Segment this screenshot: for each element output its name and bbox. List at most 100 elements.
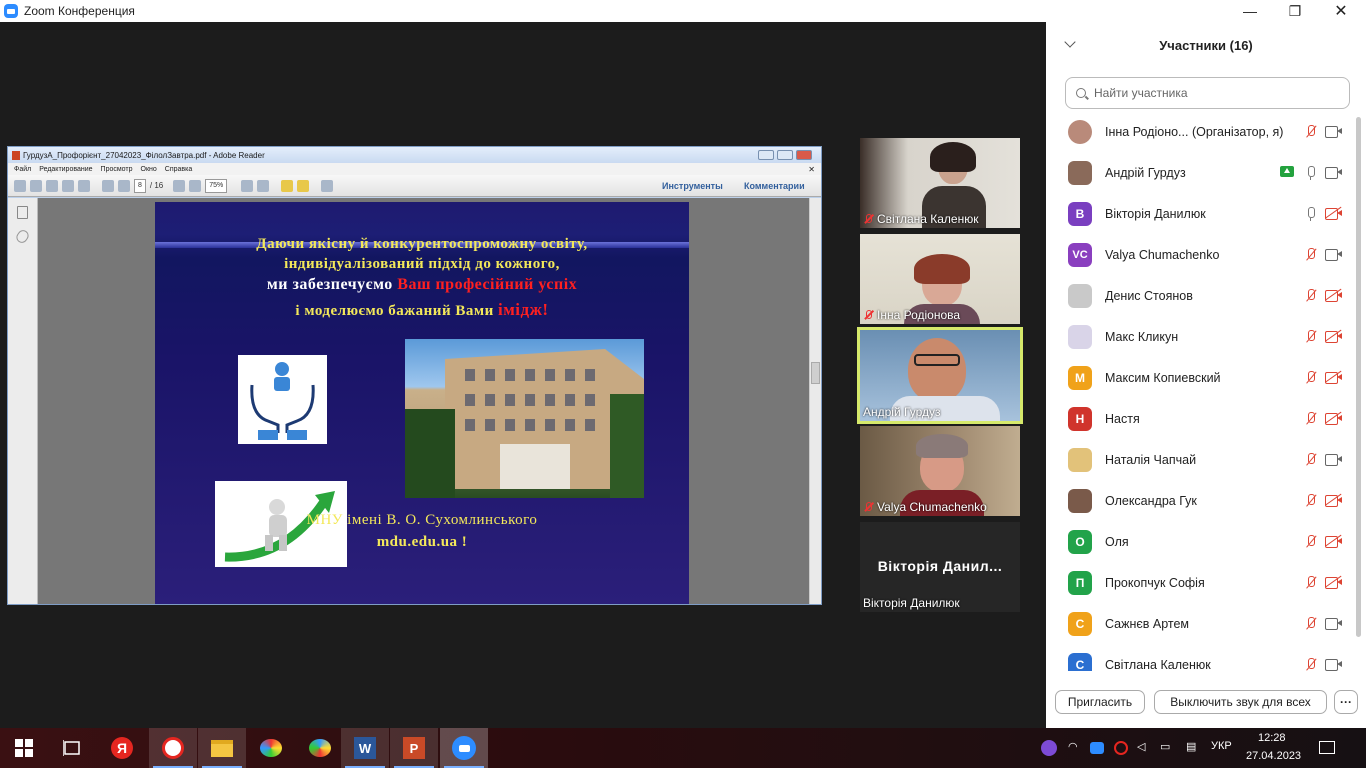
video-tile-inna[interactable]: Інна Родіонова (860, 234, 1020, 324)
highlight-icon[interactable] (297, 179, 310, 192)
attachment-icon[interactable] (14, 228, 31, 245)
camera-on-icon[interactable] (1325, 659, 1342, 671)
volume-icon[interactable]: ◁ (1137, 740, 1145, 753)
video-tile-svitlana[interactable]: Світлана Каленюк (860, 138, 1020, 228)
yandex-browser-button[interactable] (149, 728, 197, 768)
participant-row[interactable]: О Оля (1046, 521, 1366, 562)
participant-row[interactable]: С Сажнєв Артем (1046, 603, 1366, 644)
page-down-icon[interactable] (118, 179, 130, 192)
yandex-app-button[interactable]: Я (98, 728, 146, 768)
paint-3d-button[interactable] (296, 728, 344, 768)
participant-row[interactable]: VC Valya Chumachenko (1046, 234, 1366, 275)
camera-off-icon[interactable] (1325, 493, 1342, 507)
save-icon[interactable] (46, 179, 58, 192)
minimize-button[interactable]: — (1227, 0, 1273, 22)
mic-muted-icon[interactable] (1304, 494, 1318, 508)
camera-off-icon[interactable] (1325, 288, 1342, 302)
participant-row[interactable]: Інна Родіоно... (Організатор, я) (1046, 111, 1366, 152)
mic-on-icon[interactable] (1304, 166, 1318, 180)
camera-off-icon[interactable] (1325, 206, 1342, 220)
participant-row[interactable]: Макс Кликун (1046, 316, 1366, 357)
word-app-button[interactable]: W (341, 728, 389, 768)
mic-on-icon[interactable] (1304, 207, 1318, 221)
mic-muted-icon[interactable] (1304, 371, 1318, 385)
page-number-input[interactable]: 8 (134, 178, 146, 193)
mic-muted-icon[interactable] (1304, 617, 1318, 631)
zoom-in-icon[interactable] (189, 179, 202, 192)
mic-muted-icon[interactable] (1304, 535, 1318, 549)
participant-row[interactable]: Андрій Гурдуз (1046, 152, 1366, 193)
zoom-level-input[interactable]: 75% (205, 178, 228, 193)
clock-date[interactable]: 27.04.2023 (1246, 750, 1301, 762)
participant-row[interactable]: П Прокопчук Софія (1046, 562, 1366, 603)
camera-on-icon[interactable] (1325, 126, 1342, 138)
reader-minimize-button[interactable] (758, 150, 774, 160)
power-icon[interactable]: ▭ (1160, 740, 1170, 753)
reader-close-button[interactable] (796, 150, 812, 160)
language-indicator[interactable]: УКР (1211, 740, 1232, 752)
reader-restore-button[interactable] (777, 150, 793, 160)
invite-button[interactable]: Пригласить (1055, 690, 1145, 714)
reader-scroll-thumb[interactable] (811, 362, 820, 384)
mic-muted-icon[interactable] (1304, 289, 1318, 303)
video-tile-viktoria[interactable]: Вікторія Данил... Вікторія Данилюк (860, 522, 1020, 612)
viber-icon[interactable] (1041, 740, 1057, 756)
comments-link[interactable]: Комментарии (744, 181, 805, 191)
participant-row[interactable]: Денис Стоянов (1046, 275, 1366, 316)
pages-icon[interactable] (17, 206, 28, 219)
mic-muted-icon[interactable] (1304, 125, 1318, 139)
video-tile-andrii-active-speaker[interactable]: Андрій Гурдуз (857, 327, 1023, 424)
zoom-tray-icon[interactable] (1090, 742, 1104, 754)
camera-off-icon[interactable] (1325, 534, 1342, 548)
menu-help[interactable]: Справка (165, 166, 192, 173)
zoom-app-button[interactable] (440, 728, 488, 768)
participant-row[interactable]: В Вікторія Данилюк (1046, 193, 1366, 234)
participant-row[interactable]: М Максим Копиевский (1046, 357, 1366, 398)
start-button[interactable] (0, 728, 48, 768)
fullscreen-icon[interactable] (321, 179, 334, 192)
menu-file[interactable]: Файл (14, 166, 31, 173)
reader-scrollbar[interactable] (809, 198, 821, 604)
email-icon[interactable] (78, 179, 90, 192)
camera-on-icon[interactable] (1325, 249, 1342, 261)
doc-close-icon[interactable]: ✕ (808, 165, 815, 174)
fit-page-icon[interactable] (257, 179, 270, 192)
participant-row[interactable]: Н Настя (1046, 398, 1366, 439)
menu-view[interactable]: Просмотр (101, 166, 133, 173)
more-options-button[interactable]: ··· (1334, 690, 1358, 714)
file-explorer-button[interactable] (198, 728, 246, 768)
mute-all-button[interactable]: Выключить звук для всех (1154, 690, 1327, 714)
camera-off-icon[interactable] (1325, 575, 1342, 589)
combine-icon[interactable] (30, 179, 42, 192)
video-tile-valya[interactable]: Valya Chumachenko (860, 426, 1020, 516)
camera-on-icon[interactable] (1325, 618, 1342, 630)
close-button[interactable]: ✕ (1318, 0, 1364, 22)
powerpoint-app-button[interactable]: P (390, 728, 438, 768)
participant-row[interactable]: С Світлана Каленюк (1046, 644, 1366, 671)
task-view-button[interactable] (48, 728, 96, 768)
fit-width-icon[interactable] (241, 179, 254, 192)
tools-link[interactable]: Инструменты (662, 181, 723, 191)
menu-edit[interactable]: Редактирование (39, 166, 92, 173)
participant-row[interactable]: Наталія Чапчай (1046, 439, 1366, 480)
camera-off-icon[interactable] (1325, 329, 1342, 343)
comment-icon[interactable] (281, 179, 294, 192)
menu-window[interactable]: Окно (141, 166, 157, 173)
clock-time[interactable]: 12:28 (1258, 732, 1286, 744)
maximize-button[interactable]: ❐ (1272, 0, 1318, 22)
camera-on-icon[interactable] (1325, 454, 1342, 466)
action-center-icon[interactable] (1319, 741, 1335, 754)
wifi-icon[interactable]: ◠ (1068, 740, 1078, 753)
mic-muted-icon[interactable] (1304, 412, 1318, 426)
zoom-out-icon[interactable] (173, 179, 186, 192)
create-icon[interactable] (14, 179, 26, 192)
paint-app-button[interactable] (247, 728, 295, 768)
camera-off-icon[interactable] (1325, 370, 1342, 384)
participant-search-input[interactable]: Найти участника (1065, 77, 1350, 109)
mic-muted-icon[interactable] (1304, 330, 1318, 344)
yandex-tray-icon[interactable] (1114, 741, 1128, 755)
page-up-icon[interactable] (102, 179, 114, 192)
mic-muted-icon[interactable] (1304, 248, 1318, 262)
camera-off-icon[interactable] (1325, 411, 1342, 425)
mic-muted-icon[interactable] (1304, 576, 1318, 590)
